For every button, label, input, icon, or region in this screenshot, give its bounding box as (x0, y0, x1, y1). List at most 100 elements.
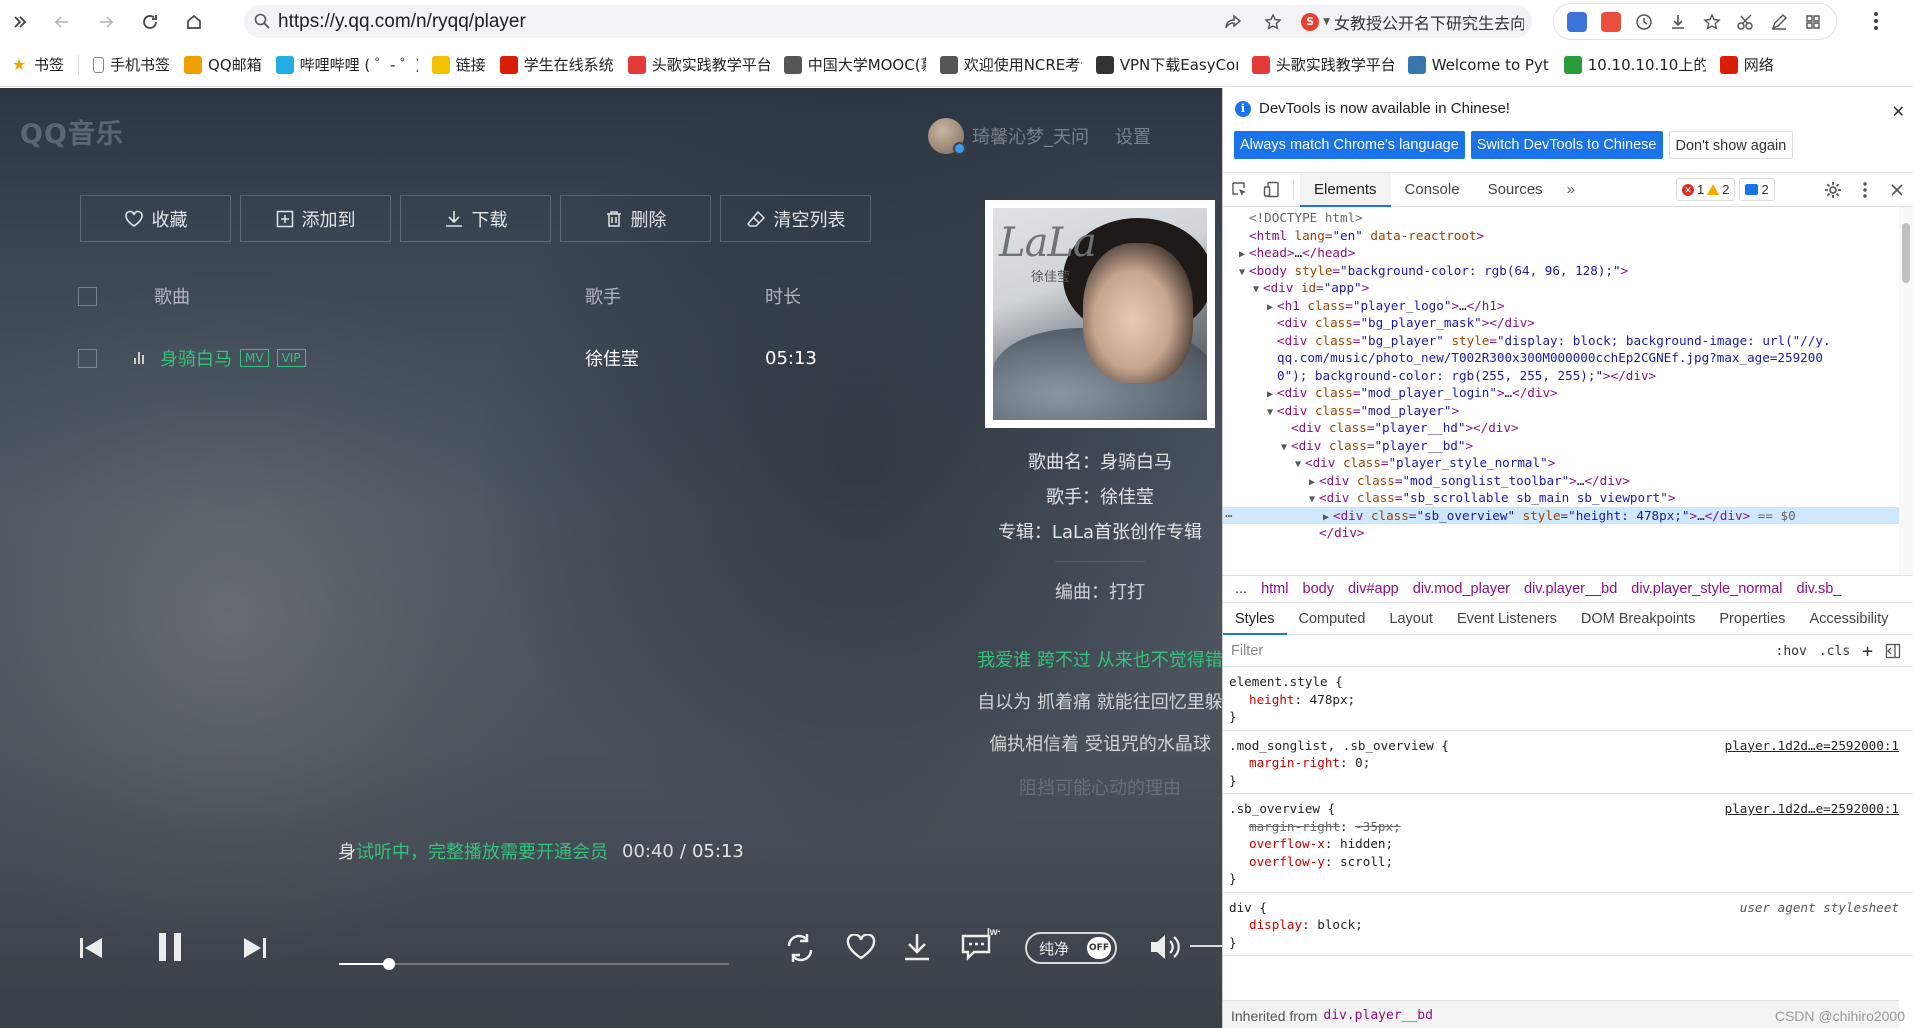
customize-menu-icon[interactable] (1849, 173, 1881, 207)
dom-node[interactable]: 0"); background-color: rgb(255, 255, 255… (1223, 367, 1899, 385)
url-bar[interactable]: https://y.qq.com/n/ryqq/player S ▼ 女教授公开… (244, 5, 1532, 38)
avatar[interactable] (928, 118, 966, 155)
screenshot-icon[interactable] (1733, 9, 1759, 35)
expand-triangle-icon[interactable]: ▼ (1309, 491, 1319, 509)
bookmark-item[interactable]: 10.10.10.10上的网 (1563, 54, 1706, 75)
close-icon[interactable]: ✕ (1892, 102, 1905, 122)
property-value[interactable]: 0; (1355, 755, 1370, 770)
bookmark-item[interactable]: VPN下载EasyConnect (1095, 54, 1238, 75)
dont-show-button[interactable]: Don't show again (1668, 131, 1794, 159)
download-icon[interactable] (1665, 9, 1691, 35)
breadcrumb-item[interactable]: body (1303, 581, 1334, 597)
breadcrumb-item[interactable]: div#app (1348, 581, 1399, 597)
css-source-link[interactable]: player.1d2d…e=2592000:1 (1725, 800, 1899, 818)
add-to-button[interactable]: 添加到 (240, 195, 391, 242)
bookmark-item[interactable]: ★ 书签 (10, 54, 64, 75)
pen-icon[interactable] (1766, 9, 1792, 35)
property-value[interactable]: block; (1317, 917, 1363, 932)
pure-mode-toggle[interactable]: 纯净 OFF (1025, 932, 1117, 964)
css-property[interactable]: overflow-x: hidden; (1229, 835, 1905, 853)
progress-bar[interactable] (339, 958, 729, 970)
search-engine-suggestion[interactable]: S ▼ 女教授公开名下研究生去向 (1293, 10, 1532, 34)
album-cover[interactable]: LaLa 徐佳莹 (985, 200, 1215, 428)
select-all-checkbox[interactable] (78, 286, 97, 306)
bookmark-item[interactable]: 头歌实践教学平台 (1251, 54, 1394, 75)
node-menu-icon[interactable]: ⋯ (1225, 507, 1233, 525)
url-text[interactable]: https://y.qq.com/n/ryqq/player (278, 11, 526, 33)
subtab-layout[interactable]: Layout (1377, 603, 1445, 635)
table-row[interactable]: 身骑白马 MV VIP 徐佳莹 05:13 (78, 338, 898, 378)
property-value[interactable]: -35px; (1355, 819, 1401, 834)
song-title[interactable]: 身骑白马 (160, 345, 232, 371)
bookmark-item[interactable]: 头歌实践教学平台 (627, 54, 770, 75)
favorite-button[interactable]: 收藏 (80, 195, 231, 242)
breadcrumb-item[interactable]: div.sb_ (1797, 581, 1842, 597)
browser-menu-icon[interactable] (1858, 6, 1894, 36)
inherited-element-link[interactable]: div.player__bd (1323, 1008, 1433, 1023)
dom-node-selected[interactable]: ▶ <div class="sb_overview" style="height:… (1223, 506, 1899, 525)
new-rule-icon[interactable]: + (1862, 641, 1873, 662)
property-name[interactable]: margin-right (1249, 819, 1340, 834)
dom-node[interactable]: ▼ <div id="app"> (1223, 279, 1899, 297)
expand-triangle-icon[interactable]: ▼ (1253, 281, 1263, 299)
previous-track-icon[interactable] (78, 935, 104, 961)
bookmark-item[interactable]: 欢迎使用NCRE考试 (939, 54, 1082, 75)
bookmark-item[interactable]: 链接 (431, 54, 486, 75)
property-name[interactable]: overflow-x (1249, 836, 1325, 851)
expand-triangle-icon[interactable]: ▼ (1267, 404, 1277, 422)
issues-badge[interactable]: ✕ 1 2 (1676, 178, 1736, 201)
subtab-styles[interactable]: Styles (1223, 603, 1287, 635)
tab-sources[interactable]: Sources (1474, 173, 1557, 207)
translate-icon[interactable] (1564, 9, 1590, 35)
bookmark-item[interactable]: 手机书签 (93, 54, 170, 75)
css-property[interactable]: display: block; (1229, 916, 1905, 934)
dom-node[interactable]: ▼ <div class="player_style_normal"> (1223, 454, 1899, 472)
download-song-icon[interactable] (902, 932, 932, 962)
breadcrumb-item[interactable]: div.player__bd (1524, 581, 1617, 597)
property-value[interactable]: scroll; (1340, 854, 1393, 869)
class-toggle[interactable]: .cls (1819, 644, 1850, 659)
history-icon[interactable] (1631, 9, 1657, 35)
dom-node[interactable]: <!DOCTYPE html> (1223, 209, 1899, 227)
dom-node[interactable]: ▼ <div class="sb_scrollable sb_main sb_vi… (1223, 489, 1899, 507)
breadcrumb-item[interactable]: html (1261, 581, 1288, 597)
expand-triangle-icon[interactable]: ▶ (1267, 299, 1277, 317)
mv-tag[interactable]: MV (240, 349, 269, 367)
css-property[interactable]: margin-right: 0; (1229, 754, 1905, 772)
repeat-mode-icon[interactable] (783, 932, 817, 964)
singer-cell[interactable]: 徐佳莹 (585, 345, 765, 371)
dom-node[interactable]: <div class="player__hd"></div> (1223, 419, 1899, 437)
css-source-link[interactable]: player.1d2d…e=2592000:1 (1725, 737, 1899, 755)
breadcrumb-item[interactable]: ... (1235, 581, 1247, 597)
css-rule[interactable]: .sb_overview {player.1d2d…e=2592000:1 mar… (1223, 794, 1913, 893)
device-toolbar-icon[interactable] (1255, 173, 1287, 207)
tab-elements[interactable]: Elements (1300, 172, 1391, 207)
expand-triangle-icon[interactable]: ▶ (1267, 386, 1277, 404)
css-selector[interactable]: element.style { (1229, 673, 1905, 691)
subtab-properties[interactable]: Properties (1707, 603, 1797, 635)
volume-icon[interactable] (1148, 932, 1182, 962)
bookmark-item[interactable]: Welcome to Python (1407, 55, 1550, 74)
dom-node[interactable]: ▼ <body style="background-color: rgb(64, … (1223, 262, 1899, 280)
row-checkbox[interactable] (78, 348, 97, 368)
css-rule[interactable]: .mod_songlist, .sb_overview {player.1d2d… (1223, 731, 1913, 794)
bookmark-item[interactable]: 中国大学MOOC(慕课) (783, 54, 926, 75)
dom-node[interactable]: ▶ <h1 class="player_logo">…</h1> (1223, 297, 1899, 315)
extensions-icon[interactable] (1800, 9, 1826, 35)
next-track-icon[interactable] (242, 935, 268, 961)
dom-scrollbar[interactable] (1899, 207, 1913, 575)
share-icon[interactable] (1213, 5, 1253, 38)
dom-node[interactable]: ▶ <div class="mod_player_login">…</div> (1223, 384, 1899, 402)
username[interactable]: 琦馨沁梦_天问 (972, 123, 1089, 149)
property-name[interactable]: margin-right (1249, 755, 1340, 770)
dom-node[interactable]: <html lang="en" data-reactroot> (1223, 227, 1899, 245)
expand-triangle-icon[interactable]: ▼ (1239, 264, 1249, 282)
property-name[interactable]: overflow-y (1249, 854, 1325, 869)
settings-link[interactable]: 设置 (1115, 123, 1151, 149)
css-property[interactable]: overflow-y: scroll; (1229, 853, 1905, 871)
dom-node[interactable]: </div> (1223, 524, 1899, 542)
download-button[interactable]: 下载 (400, 195, 551, 242)
property-name[interactable]: height (1249, 692, 1295, 707)
breadcrumb-item[interactable]: div.mod_player (1413, 581, 1510, 597)
dom-tree[interactable]: </div> ▶ <div class="sb_overview" style="h… (1223, 207, 1913, 575)
